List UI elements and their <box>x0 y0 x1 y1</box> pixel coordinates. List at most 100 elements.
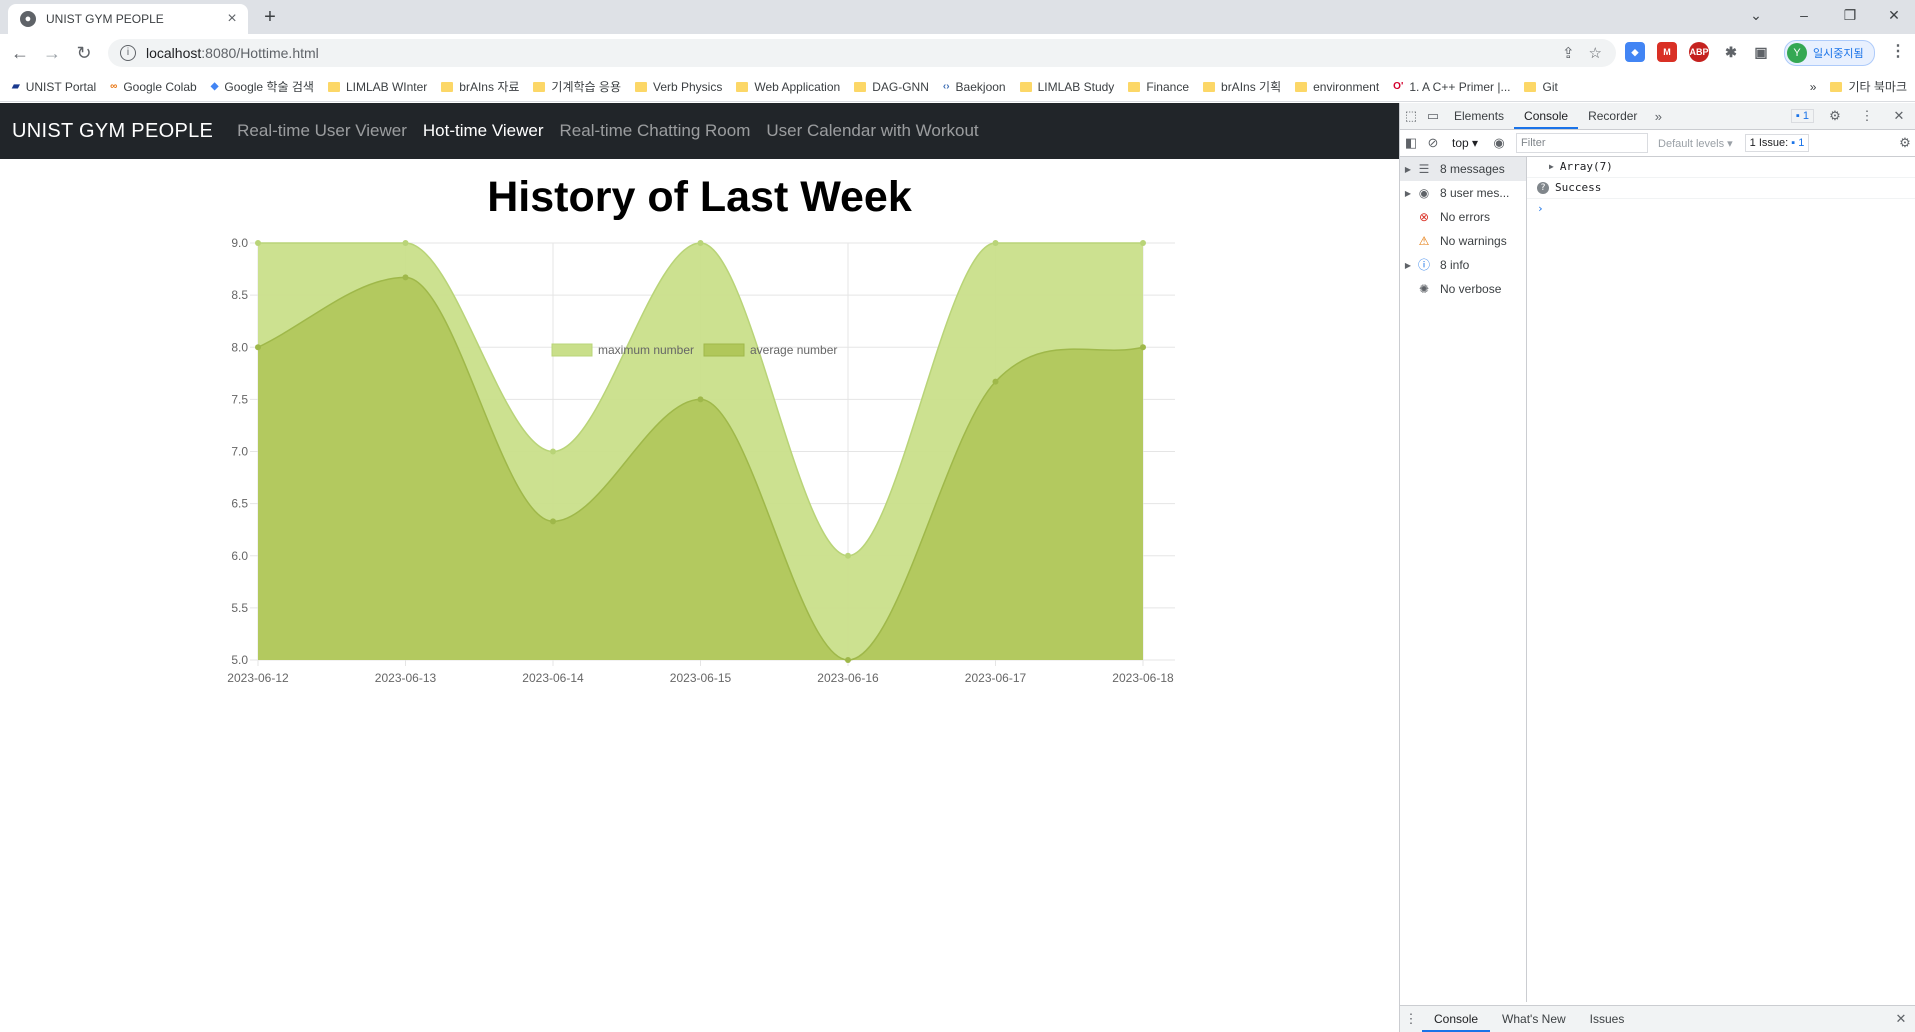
console-sidebar-item[interactable]: ▶ ⓘ 8 info <box>1400 253 1526 277</box>
expand-arrow-icon[interactable]: ▶ <box>1400 189 1416 198</box>
expand-arrow-icon[interactable]: ▶ <box>1400 165 1416 174</box>
issues-button[interactable]: 1 Issue: ▪ 1 <box>1744 134 1810 152</box>
context-selector[interactable]: top ▾ <box>1452 136 1478 150</box>
bookmark-item[interactable]: ∞ Google Colab <box>110 80 197 94</box>
oreilly-icon: O' <box>1393 81 1404 92</box>
nav-link-user-calendar-with-workout[interactable]: User Calendar with Workout <box>766 121 978 141</box>
minimize-icon[interactable]: – <box>1784 4 1824 26</box>
inspect-icon[interactable]: ⬚ <box>1400 108 1422 124</box>
y-tick-label: 7.0 <box>231 445 248 459</box>
nav-link-real-time-user-viewer[interactable]: Real-time User Viewer <box>237 121 407 141</box>
warning-icon: ⚠ <box>1418 234 1430 248</box>
settings-gear-icon[interactable]: ⚙ <box>1824 108 1846 124</box>
folder-icon <box>1203 81 1216 92</box>
data-point <box>845 657 851 663</box>
bookmark-item[interactable]: O' 1. A C++ Primer |... <box>1393 80 1510 94</box>
extension-abp-icon[interactable]: ABP <box>1689 42 1709 62</box>
tab-recorder[interactable]: Recorder <box>1578 103 1647 129</box>
filter-input[interactable]: Filter <box>1516 133 1649 153</box>
site-info-icon[interactable]: i <box>120 45 136 61</box>
forward-icon[interactable]: → <box>40 42 64 64</box>
site-navbar: UNIST GYM PEOPLE Real-time User Viewer Ho… <box>0 103 1399 159</box>
drawer-tabs: ⋮ Console What's New Issues ✕ <box>1400 1005 1915 1032</box>
share-icon[interactable]: ⇪ <box>1562 44 1575 62</box>
bookmark-item[interactable]: brAIns 자료 <box>441 78 519 95</box>
expand-arrow-icon[interactable]: ▶ <box>1549 157 1554 177</box>
bookmark-item[interactable]: 기계학습 응용 <box>533 78 621 95</box>
reload-icon[interactable]: ↻ <box>72 42 96 64</box>
url-text[interactable]: localhost:8080/Hottime.html <box>146 45 319 61</box>
extension-m-icon[interactable]: M <box>1657 42 1677 62</box>
console-sidebar-item[interactable]: ⚠ No warnings <box>1400 229 1526 253</box>
bookmark-item[interactable]: Web Application <box>736 80 840 94</box>
console-line[interactable]: ▶ Array(7) <box>1527 157 1915 178</box>
sidebar-item-label: 8 info <box>1440 258 1470 272</box>
nav-link-real-time-chatting-room[interactable]: Real-time Chatting Room <box>560 121 751 141</box>
bookmarks-bar: ▰ UNIST Portal ∞ Google Colab ◆ Google 학술 검색 L… <box>0 72 1915 102</box>
console-sidebar-item[interactable]: ▶ ◉ 8 user mes... <box>1400 181 1526 205</box>
folder-icon <box>327 81 340 92</box>
close-tab-icon[interactable]: × <box>222 10 242 28</box>
bookmark-item[interactable]: ◆ Google 학술 검색 <box>211 78 314 95</box>
other-bookmarks[interactable]: 기타 북마크 <box>1830 78 1907 95</box>
drawer-tab-whats-new[interactable]: What's New <box>1490 1006 1578 1032</box>
menu-kebab-icon[interactable]: ⋮ <box>1888 42 1908 62</box>
extensions-puzzle-icon[interactable]: ✱ <box>1721 42 1741 62</box>
bookmark-item[interactable]: Finance <box>1128 80 1189 94</box>
tab-elements[interactable]: Elements <box>1444 103 1514 129</box>
bookmark-item[interactable]: brAIns 기획 <box>1203 78 1281 95</box>
bookmark-item[interactable]: ▰ UNIST Portal <box>12 80 96 94</box>
info-icon: ⓘ <box>1417 258 1430 272</box>
sidebar-item-label: 8 messages <box>1440 162 1505 176</box>
new-tab-button[interactable]: + <box>258 6 282 30</box>
bookmark-star-icon[interactable]: ☆ <box>1589 44 1602 62</box>
log-levels-select[interactable]: Default levels ▾ <box>1658 137 1733 150</box>
nav-link-hot-time-viewer[interactable]: Hot-time Viewer <box>423 121 544 141</box>
bookmark-item[interactable]: Git <box>1524 80 1558 94</box>
console-sidebar-item[interactable]: ▶ ☰ 8 messages <box>1400 157 1526 181</box>
address-bar[interactable]: i localhost:8080/Hottime.html ⇪ ☆ <box>108 39 1616 67</box>
data-point <box>255 344 261 351</box>
side-panel-icon[interactable]: ▣ <box>1751 42 1771 62</box>
close-drawer-icon[interactable]: ✕ <box>1890 1011 1912 1027</box>
close-devtools-icon[interactable]: ✕ <box>1888 108 1910 124</box>
tab-console[interactable]: Console <box>1514 103 1579 129</box>
bookmark-item[interactable]: ‹› Baekjoon <box>943 80 1006 94</box>
expand-arrow-icon[interactable]: ▶ <box>1400 261 1416 270</box>
more-tabs-icon[interactable]: » <box>1647 109 1669 124</box>
extension-scholar-icon[interactable]: ◆ <box>1625 42 1645 62</box>
tab-search-icon[interactable]: ⌄ <box>1736 4 1776 26</box>
drawer-tab-issues[interactable]: Issues <box>1578 1006 1637 1032</box>
sidebar-toggle-icon[interactable]: ◧ <box>1400 135 1422 151</box>
profile-button[interactable]: Y 일시중지됨 <box>1784 40 1875 66</box>
bookmark-item[interactable]: LIMLAB Study <box>1019 80 1114 94</box>
console-prompt[interactable]: › <box>1527 199 1915 219</box>
browser-tab[interactable]: ● UNIST GYM PEOPLE × <box>8 4 248 34</box>
bookmark-label: environment <box>1313 79 1380 94</box>
y-tick-label: 7.5 <box>231 392 248 406</box>
bookmark-item[interactable]: DAG-GNN <box>854 80 929 94</box>
eye-icon[interactable]: ◉ <box>1488 135 1510 151</box>
messages-badge[interactable]: ▪ 1 <box>1790 109 1814 123</box>
close-window-icon[interactable]: ✕ <box>1874 4 1914 26</box>
bookmark-item[interactable]: Verb Physics <box>634 80 722 94</box>
data-point <box>697 396 704 403</box>
bookmark-item[interactable]: LIMLAB WInter <box>327 80 427 94</box>
console-line[interactable]: ? Success <box>1527 178 1915 199</box>
back-icon[interactable]: ← <box>8 42 32 64</box>
bookmarks-overflow-icon[interactable]: » <box>1810 80 1817 94</box>
browser-tab-strip: ● UNIST GYM PEOPLE × + ⌄ – ❐ ✕ <box>0 0 1915 34</box>
clear-console-icon[interactable]: ⊘ <box>1422 135 1444 151</box>
device-toolbar-icon[interactable]: ▭ <box>1422 108 1444 124</box>
profile-label: 일시중지됨 <box>1813 48 1864 60</box>
console-settings-icon[interactable]: ⚙ <box>1894 135 1915 151</box>
console-sidebar-item[interactable]: ⊗ No errors <box>1400 205 1526 229</box>
drawer-tab-console[interactable]: Console <box>1422 1006 1491 1032</box>
bookmark-item[interactable]: environment <box>1295 80 1379 94</box>
brand-link[interactable]: UNIST GYM PEOPLE <box>12 120 213 143</box>
restore-icon[interactable]: ❐ <box>1830 4 1870 26</box>
devtools-menu-icon[interactable]: ⋮ <box>1856 108 1878 124</box>
sidebar-item-label: No warnings <box>1440 234 1507 248</box>
drawer-menu-icon[interactable]: ⋮ <box>1400 1011 1422 1027</box>
console-sidebar-item[interactable]: ✺ No verbose <box>1400 277 1526 301</box>
